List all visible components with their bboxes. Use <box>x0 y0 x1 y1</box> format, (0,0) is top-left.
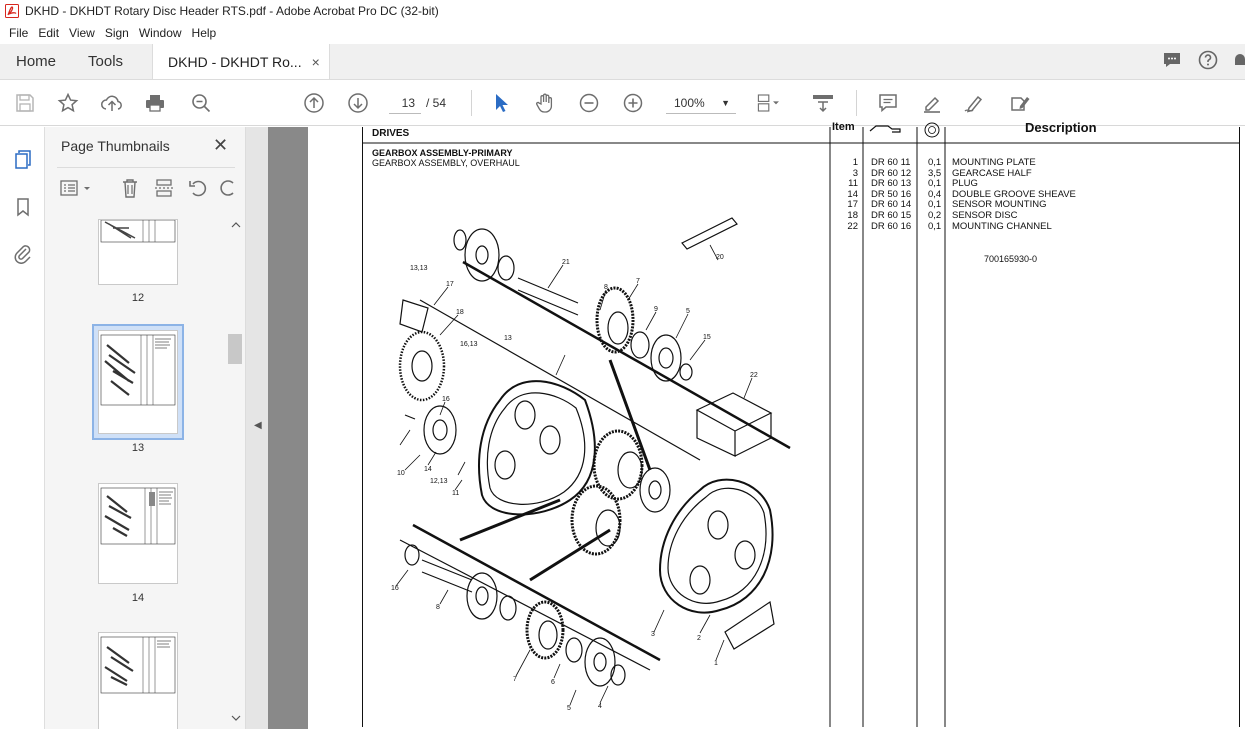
assembly-subtitle: GEARBOX ASSEMBLY, OVERHAUL <box>372 158 520 168</box>
callout: 6 <box>551 679 555 686</box>
callout: 18 <box>456 309 464 316</box>
table-cell: MOUNTING PLATE <box>952 157 1036 168</box>
assembly-title: GEARBOX ASSEMBLY-PRIMARY <box>372 148 513 158</box>
table-cell: 0,2 <box>928 209 942 221</box>
table-cell: MOUNTING CHANNEL <box>952 220 1052 232</box>
callout: 17 <box>446 281 454 288</box>
parts-drawing: 21 7 8 9 5 15 20 17 13,13 18 16,13 22 13… <box>363 122 1240 727</box>
callout: 21 <box>562 259 570 266</box>
callout: 20 <box>716 254 724 261</box>
callout: 7 <box>636 278 640 285</box>
callout: 4 <box>598 703 602 710</box>
callout: 14 <box>424 466 432 473</box>
callout: 5 <box>686 308 690 315</box>
callout: 7 <box>513 676 517 683</box>
callout: 16,13 <box>460 341 478 348</box>
callout: 2 <box>697 635 701 642</box>
weight-column: 0,1 3,5 0,1 0,4 0,1 0,2 0,1 <box>928 157 942 232</box>
callout: 8 <box>604 284 608 291</box>
weight-pictogram <box>924 122 940 138</box>
table-cell: DR 60 16 <box>871 220 912 232</box>
callout: 5 <box>567 705 571 712</box>
table-cell: 1 <box>852 157 858 168</box>
item-column: 1 3 11 14 17 18 22 <box>834 157 858 232</box>
callout: 9 <box>654 306 658 313</box>
callout: 10 <box>397 470 405 477</box>
table-cell: SENSOR DISC <box>952 209 1018 221</box>
callout: 12,13 <box>430 478 448 485</box>
table-cell: DR 60 11 <box>871 157 911 168</box>
section-title: DRIVES <box>372 128 410 139</box>
table-cell: 0,1 <box>928 157 942 168</box>
callout: 15 <box>703 334 711 341</box>
part-number-pictogram <box>869 125 901 133</box>
callout: 13 <box>504 335 512 342</box>
callout: 3 <box>651 631 655 638</box>
description-column: MOUNTING PLATE GEARCASE HALF PLUG DOUBLE… <box>952 157 1076 232</box>
table-cell: 22 <box>847 220 858 232</box>
table-cell: DR 60 15 <box>871 209 912 221</box>
part-number-column: DR 60 11 DR 60 12 DR 60 13 DR 50 16 DR 6… <box>871 157 912 232</box>
callout: 8 <box>436 604 440 611</box>
table-cell: 18 <box>847 209 858 221</box>
callout: 13,13 <box>410 265 428 272</box>
callout: 22 <box>750 372 758 379</box>
callout: 16 <box>442 396 450 403</box>
item-column-header: Item <box>832 121 855 133</box>
description-column-header: Description <box>1025 120 1097 135</box>
table-cell: 0,1 <box>928 220 942 232</box>
callout: 1 <box>714 660 718 667</box>
callout: 16 <box>391 585 399 592</box>
reference-number: 700165930-0 <box>984 254 1038 264</box>
callout: 11 <box>452 490 459 497</box>
